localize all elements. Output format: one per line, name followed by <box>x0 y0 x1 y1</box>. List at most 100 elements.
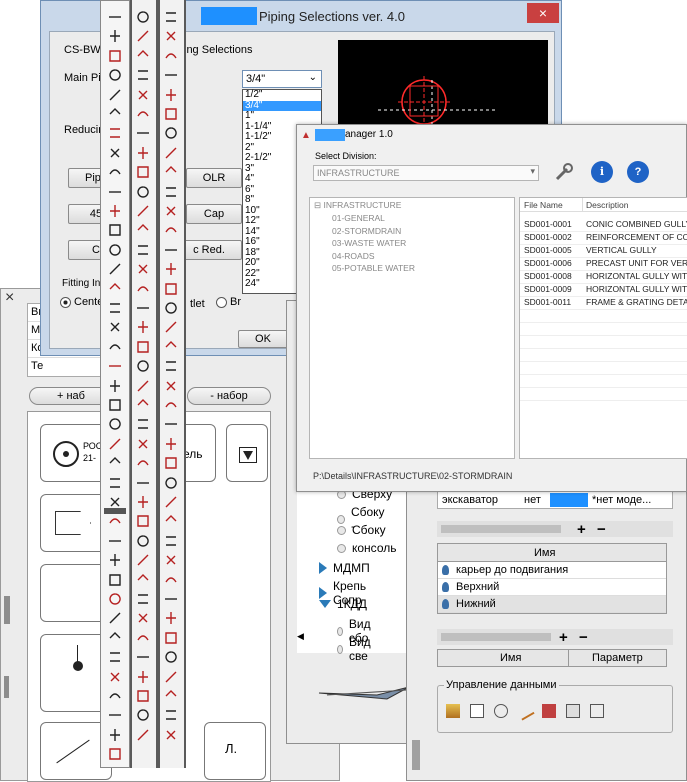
size-option[interactable]: 3/4" <box>243 100 321 111</box>
cad-tool-icon[interactable] <box>134 299 152 317</box>
cad-tool-icon[interactable] <box>106 493 124 511</box>
document-icon[interactable] <box>470 704 484 718</box>
cad-tool-icon[interactable] <box>134 163 152 181</box>
cad-tool-icon[interactable] <box>162 415 180 433</box>
cad-tool-icon[interactable] <box>106 668 124 686</box>
file-row[interactable]: SD001-0006 PRECAST UNIT FOR VER <box>520 257 687 270</box>
cad-tool-icon[interactable] <box>162 260 180 278</box>
layers-icon[interactable] <box>566 704 580 718</box>
cad-tool-icon[interactable] <box>106 706 124 724</box>
cad-tool-icon[interactable] <box>106 124 124 142</box>
cad-tool-icon[interactable] <box>162 668 180 686</box>
cad-tool-icon[interactable] <box>162 8 180 26</box>
cad-tool-icon[interactable] <box>134 590 152 608</box>
cad-tool-icon[interactable] <box>134 105 152 123</box>
cad-tool-icon[interactable] <box>162 474 180 492</box>
cad-tool-icon[interactable] <box>162 571 180 589</box>
eraser-icon[interactable] <box>542 704 556 718</box>
cad-tool-icon[interactable] <box>106 163 124 181</box>
cad-tool-icon[interactable] <box>106 687 124 705</box>
cad-tool-icon[interactable] <box>106 8 124 26</box>
file-row[interactable]: SD001-0009 HORIZONTAL GULLY WIT <box>520 283 687 296</box>
cad-tool-icon[interactable] <box>106 571 124 589</box>
remove-row-button-2[interactable]: − <box>579 629 588 646</box>
cad-tool-icon[interactable] <box>106 435 124 453</box>
cad-tool-icon[interactable] <box>106 551 124 569</box>
cad-tool-icon[interactable] <box>134 66 152 84</box>
file-row[interactable]: SD001-0005 VERTICAL GULLY <box>520 244 687 257</box>
cad-tool-icon[interactable] <box>134 706 152 724</box>
cad-tool-icon[interactable] <box>106 357 124 375</box>
cad-tool-icon[interactable] <box>162 648 180 666</box>
cad-tool-icon[interactable] <box>106 66 124 84</box>
cad-tool-icon[interactable] <box>162 221 180 239</box>
help-icon[interactable]: ? <box>627 161 649 183</box>
olr-button[interactable]: OLR <box>186 168 242 188</box>
cad-tool-icon[interactable] <box>134 396 152 414</box>
cad-tool-icon[interactable] <box>162 27 180 45</box>
cad-tool-icon[interactable] <box>106 183 124 201</box>
cad-tool-icon[interactable] <box>106 377 124 395</box>
tree-scroll-left[interactable]: ◀ <box>297 631 304 642</box>
tree-item[interactable]: 04-ROADS <box>332 251 375 261</box>
tree-item[interactable]: 01-GENERAL <box>332 213 385 223</box>
cad-tool-icon[interactable] <box>134 435 152 453</box>
cad-tool-icon[interactable] <box>106 726 124 744</box>
color-swatch[interactable] <box>550 493 588 507</box>
arrow-icon[interactable] <box>515 701 535 721</box>
division-select[interactable]: INFRASTRUCTURE ▾ <box>313 165 539 181</box>
cad-tool-icon[interactable] <box>162 124 180 142</box>
cad-tool-icon[interactable] <box>134 648 152 666</box>
cad-tool-icon[interactable] <box>162 687 180 705</box>
tree-node[interactable]: консоль <box>337 541 396 555</box>
remove-row-button[interactable]: − <box>597 521 606 538</box>
cad-tool-icon[interactable] <box>134 124 152 142</box>
cad-tool-icon[interactable] <box>162 202 180 220</box>
cad-tool-icon[interactable] <box>106 27 124 45</box>
cad-tool-icon[interactable] <box>134 8 152 26</box>
tile-triangle[interactable] <box>226 424 268 482</box>
palette-close-button[interactable]: × <box>5 289 14 307</box>
cad-tool-icon[interactable] <box>162 338 180 356</box>
tree-node[interactable]: Вид све <box>337 635 374 663</box>
cad-tool-icon[interactable] <box>162 396 180 414</box>
col-file-name[interactable]: File Name <box>524 200 563 210</box>
cad-tool-icon[interactable] <box>106 202 124 220</box>
cad-tool-icon[interactable] <box>134 27 152 45</box>
remove-set-button[interactable]: - набор <box>187 387 271 405</box>
cad-tool-icon[interactable] <box>134 415 152 433</box>
size-combobox[interactable]: 3/4" ⌄ <box>242 70 322 88</box>
cad-tool-icon[interactable] <box>134 47 152 65</box>
name-table-row[interactable]: Нижний <box>438 596 666 613</box>
cad-tool-icon[interactable] <box>162 532 180 550</box>
list-icon[interactable] <box>590 704 604 718</box>
cad-tool-icon[interactable] <box>134 474 152 492</box>
cad-tool-icon[interactable] <box>162 551 180 569</box>
piping-close-button[interactable]: × <box>527 3 559 23</box>
cad-tool-icon[interactable] <box>106 415 124 433</box>
cad-tool-icon[interactable] <box>134 318 152 336</box>
cad-tool-icon[interactable] <box>134 571 152 589</box>
cad-tool-icon[interactable] <box>162 726 180 744</box>
cad-tool-icon[interactable] <box>134 551 152 569</box>
tree-node[interactable]: МДМП <box>319 561 370 575</box>
info-icon[interactable]: i <box>591 161 613 183</box>
file-row[interactable]: SD001-0001 CONIC COMBINED GULLY <box>520 218 687 231</box>
export-icon[interactable] <box>446 704 460 718</box>
cad-tool-icon[interactable] <box>106 454 124 472</box>
cad-tool-icon[interactable] <box>106 396 124 414</box>
cad-tool-icon[interactable] <box>162 629 180 647</box>
cad-tool-icon[interactable] <box>106 86 124 104</box>
cad-tool-icon[interactable] <box>162 144 180 162</box>
tree-node[interactable]: 1КДД <box>319 597 367 611</box>
cad-tool-icon[interactable] <box>106 338 124 356</box>
outlet-radio[interactable]: tlet <box>190 298 205 310</box>
cad-tool-icon[interactable] <box>134 221 152 239</box>
cad-tool-icon[interactable] <box>106 260 124 278</box>
cad-tool-icon[interactable] <box>162 318 180 336</box>
cad-tool-icon[interactable] <box>134 609 152 627</box>
file-row[interactable]: SD001-0002 REINFORCEMENT OF CON <box>520 231 687 244</box>
name-table-row[interactable]: Верхний <box>438 579 666 596</box>
cad-tool-icon[interactable] <box>162 299 180 317</box>
cad-tool-icon[interactable] <box>162 512 180 530</box>
